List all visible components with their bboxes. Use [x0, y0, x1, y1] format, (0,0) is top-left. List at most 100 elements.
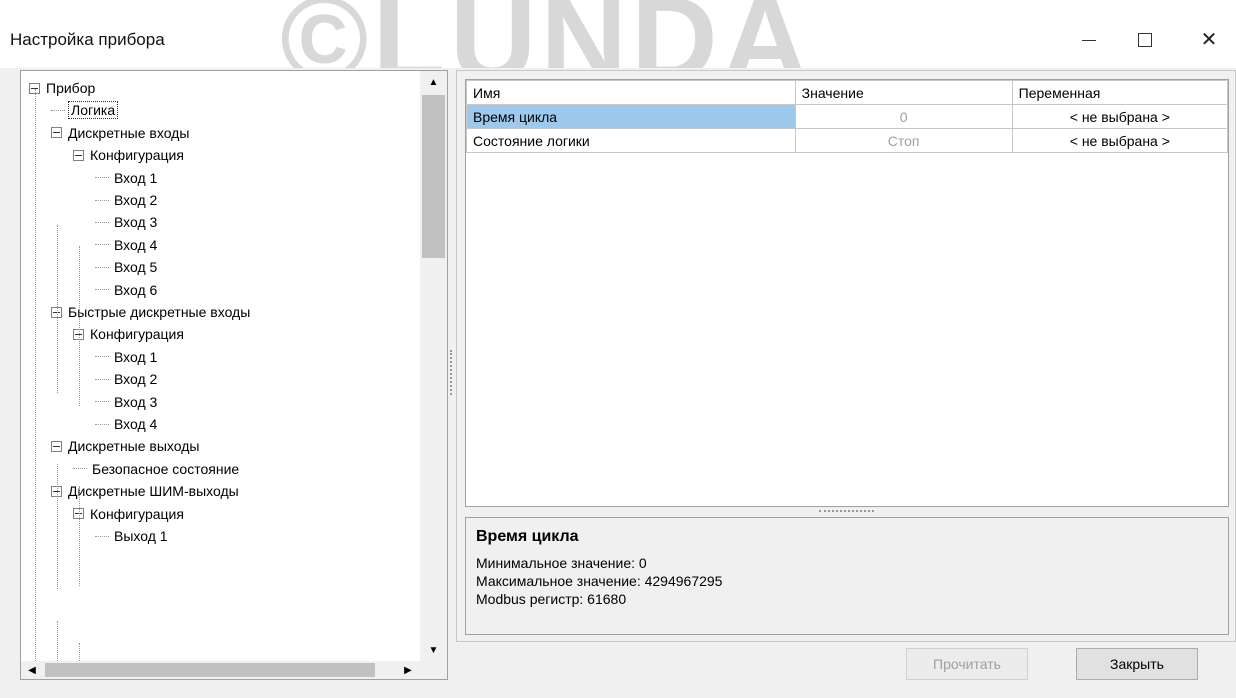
tree-connector [95, 177, 109, 179]
title-bar: ©LUNDA Настройка прибора ✕ [0, 0, 1236, 106]
tree-connector [95, 266, 109, 268]
close-icon: ✕ [1200, 29, 1218, 51]
horizontal-scroll-thumb[interactable] [45, 663, 375, 677]
tree-item-label: Логика [68, 101, 119, 120]
tree-guide-line [57, 621, 58, 661]
tree-item-label: Вход 3 [114, 214, 158, 231]
tree-item-label: Вход 2 [114, 371, 158, 388]
description-modbus: Modbus регистр: 61680 [476, 591, 627, 607]
row-name-cell[interactable]: Состояние логики [466, 128, 796, 153]
tree-guide-line [57, 225, 58, 393]
tree-item-label: Вход 3 [114, 393, 158, 410]
tree-connector [95, 199, 109, 201]
tree-item[interactable]: Быстрые дискретные входы [51, 301, 252, 323]
row-variable-cell[interactable]: < не выбрана > [1011, 104, 1228, 129]
tree-connector [95, 289, 109, 291]
collapse-icon[interactable] [51, 440, 62, 452]
tree-item-label: Быстрые дискретные входы [68, 304, 251, 320]
tree-content: Прибор Логика Дискретные входы Конфигурация… [21, 71, 421, 661]
parameters-grid[interactable]: Имя Значение Переменная Время цикла 0 < … [465, 79, 1229, 507]
tree-item-label: Прибор [46, 80, 96, 96]
scroll-thumb[interactable] [422, 95, 445, 258]
tree-item[interactable]: Логика [51, 99, 119, 121]
tree-item-label: Конфигурация [90, 326, 184, 343]
minimize-button[interactable] [1066, 22, 1112, 58]
tree-item[interactable]: Выход 1 [95, 525, 170, 547]
tree-item[interactable]: Дискретные входы [51, 122, 191, 144]
tree-connector [95, 378, 109, 380]
tree-connector [95, 356, 109, 358]
parameters-table: Имя Значение Переменная Время цикла 0 < … [466, 80, 1228, 153]
tree-connector [73, 468, 87, 470]
tree-item-label: Безопасное состояние [92, 460, 240, 477]
tree-item-label: Вход 5 [114, 259, 158, 276]
scroll-up-arrow-icon[interactable]: ▲ [420, 71, 447, 93]
tree-connector [95, 221, 109, 223]
tree-item-label: Дискретные ШИМ-выходы [68, 483, 239, 500]
tree-item[interactable]: Вход 5 [95, 256, 159, 278]
tree-item-label: Дискретные входы [68, 124, 190, 141]
tree-item-label: Вход 2 [114, 192, 158, 208]
tree-item-label: Вход 1 [114, 169, 158, 186]
tree-guide-line [57, 464, 58, 589]
tree-item-label: Вход 1 [114, 348, 158, 365]
tree-vertical-scrollbar[interactable]: ▲ ▼ [420, 71, 447, 661]
tree-guide-line [35, 89, 36, 661]
row-variable-cell[interactable]: < не выбрана > [1011, 128, 1228, 153]
column-header-value[interactable]: Значение [794, 80, 1013, 105]
device-tree[interactable]: Прибор Логика Дискретные входы Конфигурация… [20, 70, 448, 680]
tree-item-label: Вход 4 [114, 236, 158, 253]
tree-item[interactable]: Вход 4 [95, 413, 159, 435]
scroll-down-arrow-icon[interactable]: ▼ [420, 639, 447, 661]
tree-item[interactable]: Вход 2 [95, 189, 159, 211]
table-header-row: Имя Значение Переменная [466, 80, 1228, 105]
row-name-cell[interactable]: Время цикла [466, 104, 796, 129]
tree-item[interactable]: Прибор [29, 77, 97, 99]
tree-item-label: Конфигурация [90, 147, 184, 164]
tree-guide-line [79, 643, 80, 661]
tree-item[interactable]: Конфигурация [73, 503, 186, 525]
read-button[interactable]: Прочитать [906, 648, 1028, 680]
tree-item[interactable]: Безопасное состояние [73, 458, 241, 480]
column-header-variable[interactable]: Переменная [1011, 80, 1228, 105]
tree-item-label: Вход 6 [114, 281, 158, 298]
tree-item-label: Конфигурация [90, 505, 184, 522]
close-button[interactable]: Закрыть [1076, 648, 1198, 680]
tree-connector [95, 244, 109, 246]
tree-connector [95, 423, 109, 425]
tree-guide-line [79, 246, 80, 406]
tree-item[interactable]: Вход 1 [95, 346, 159, 368]
tree-item[interactable]: Конфигурация [73, 323, 186, 345]
tree-item[interactable]: Дискретные выходы [51, 435, 201, 457]
maximize-button[interactable] [1122, 22, 1168, 58]
tree-item[interactable]: Вход 1 [95, 167, 159, 189]
window-title: Настройка прибора [10, 30, 165, 49]
collapse-icon[interactable] [73, 149, 84, 161]
tree-item[interactable]: Вход 4 [95, 234, 159, 256]
tree-item[interactable]: Вход 3 [95, 211, 159, 233]
tree-horizontal-scrollbar[interactable]: ◀ ▶ [21, 661, 447, 679]
tree-item[interactable]: Конфигурация [73, 144, 186, 166]
maximize-icon [1138, 33, 1152, 47]
table-row[interactable]: Время цикла 0 < не выбрана > [466, 104, 1228, 129]
tree-item-label: Дискретные выходы [68, 438, 200, 455]
collapse-icon[interactable] [51, 127, 62, 139]
description-title: Время цикла [476, 528, 579, 545]
column-header-name[interactable]: Имя [466, 80, 796, 105]
tree-guide-line [79, 486, 80, 586]
vertical-splitter[interactable] [450, 350, 453, 395]
properties-panel: Имя Значение Переменная Время цикла 0 < … [456, 70, 1236, 642]
row-value-cell[interactable]: 0 [794, 104, 1013, 129]
close-window-button[interactable]: ✕ [1186, 22, 1232, 58]
row-value-cell[interactable]: Стоп [794, 128, 1013, 153]
tree-item[interactable]: Вход 3 [95, 391, 159, 413]
table-row[interactable]: Состояние логики Стоп < не выбрана > [466, 128, 1228, 153]
tree-item[interactable]: Вход 6 [95, 279, 159, 301]
horizontal-splitter[interactable] [819, 510, 874, 513]
scroll-right-arrow-icon[interactable]: ▶ [397, 661, 419, 679]
tree-connector [51, 109, 65, 111]
scroll-left-arrow-icon[interactable]: ◀ [21, 661, 43, 679]
tree-item[interactable]: Вход 2 [95, 368, 159, 390]
tree-item-label: Вход 4 [114, 416, 158, 432]
tree-item-label: Выход 1 [114, 528, 168, 544]
